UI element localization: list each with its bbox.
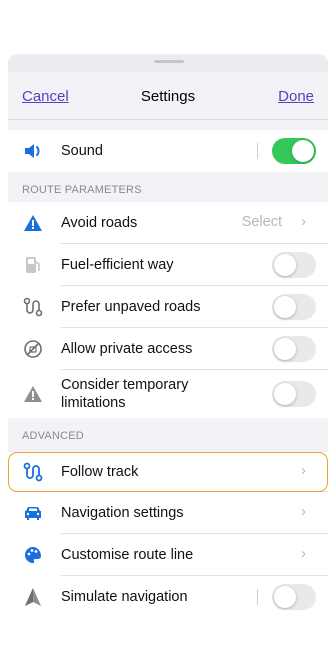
chevron-right-icon: ›: [301, 213, 306, 230]
temporary-limitations-line2: limitations: [61, 395, 126, 411]
sound-toggle[interactable]: [272, 138, 316, 164]
toggle-knob: [292, 140, 314, 162]
fuel-efficient-row: Fuel-efficient way: [8, 244, 328, 286]
toggle-knob: [274, 254, 296, 276]
prefer-unpaved-toggle[interactable]: [272, 294, 316, 320]
advanced-section: ADVANCED: [8, 418, 328, 448]
route-icon: [22, 461, 44, 483]
private-access-label: Allow private access: [61, 341, 193, 357]
customise-route-line-label: Customise route line: [61, 547, 194, 563]
temporary-limitations-label: Consider temporary limitations: [61, 376, 188, 412]
fuel-efficient-label: Fuel-efficient way: [61, 257, 174, 273]
sheet-grabber[interactable]: [154, 60, 184, 63]
chevron-right-icon: ›: [301, 503, 306, 520]
warning-icon: [22, 212, 44, 234]
screen: Cancel Settings Done Sound ROUTE PARAMET…: [0, 0, 336, 664]
caution-icon: [22, 383, 44, 405]
navigation-settings-label: Navigation settings: [61, 505, 184, 521]
temporary-limitations-toggle[interactable]: [272, 381, 316, 407]
private-access-toggle[interactable]: [272, 336, 316, 362]
avoid-roads-value: Select: [241, 214, 282, 230]
avoid-roads-label: Avoid roads: [61, 215, 138, 231]
toggle-knob: [274, 383, 296, 405]
chevron-right-icon: ›: [301, 545, 306, 562]
unpaved-road-icon: [22, 296, 44, 318]
row-divider: [257, 589, 258, 605]
toggle-knob: [274, 338, 296, 360]
prefer-unpaved-label: Prefer unpaved roads: [61, 299, 201, 315]
fuel-icon: [22, 254, 44, 276]
follow-track-label: Follow track: [61, 464, 139, 480]
prefer-unpaved-row: Prefer unpaved roads: [8, 286, 328, 328]
palette-icon: [22, 544, 44, 566]
customise-route-line-row[interactable]: Customise route line ›: [8, 534, 328, 576]
settings-sheet: Cancel Settings Done Sound ROUTE PARAMET…: [8, 54, 328, 610]
follow-track-row[interactable]: Follow track ›: [8, 452, 328, 492]
car-icon: [22, 502, 44, 524]
done-button[interactable]: Done: [278, 88, 314, 105]
fuel-efficient-toggle[interactable]: [272, 252, 316, 278]
toggle-knob: [274, 296, 296, 318]
simulate-navigation-toggle[interactable]: [272, 584, 316, 610]
navigation-settings-row[interactable]: Navigation settings ›: [8, 492, 328, 534]
section-header: ADVANCED: [22, 430, 84, 442]
row-divider: [257, 143, 258, 159]
sound-row[interactable]: Sound: [8, 130, 328, 172]
speaker-icon: [22, 140, 44, 162]
route-parameters-section: ROUTE PARAMETERS: [8, 172, 328, 202]
navigation-arrow-icon: [22, 586, 44, 608]
toggle-knob: [274, 586, 296, 608]
header: Cancel Settings Done: [8, 72, 328, 120]
sound-label: Sound: [61, 143, 103, 159]
temporary-limitations-row: Consider temporary limitations: [8, 370, 328, 418]
avoid-roads-row[interactable]: Avoid roads Select ›: [8, 202, 328, 244]
section-header: ROUTE PARAMETERS: [22, 184, 142, 196]
simulate-navigation-label: Simulate navigation: [61, 589, 188, 605]
temporary-limitations-line1: Consider temporary: [61, 377, 189, 393]
no-entry-icon: [22, 338, 44, 360]
chevron-right-icon: ›: [301, 462, 306, 479]
sheet-top: [8, 54, 328, 72]
private-access-row: Allow private access: [8, 328, 328, 370]
simulate-navigation-row: Simulate navigation: [8, 576, 328, 610]
